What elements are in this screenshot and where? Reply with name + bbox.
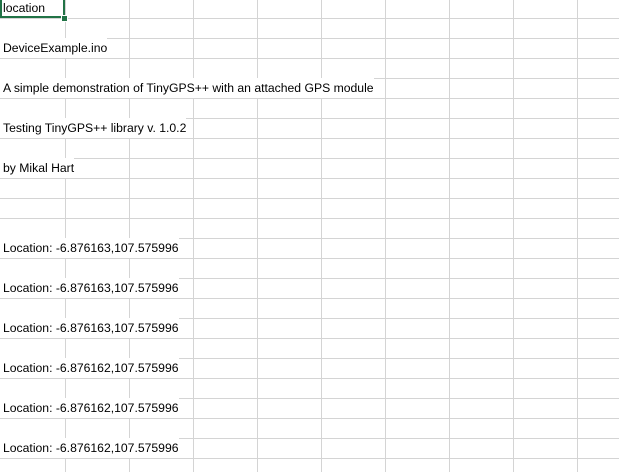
sheet-row-23[interactable]: Location: -6.876162,107.575996: [0, 438, 619, 458]
cell-a9[interactable]: by Mikal Hart: [0, 158, 75, 178]
cell-a13[interactable]: Location: -6.876163,107.575996: [0, 238, 179, 258]
active-cell-selection: [0, 0, 65, 18]
sheet-row-21[interactable]: Location: -6.876162,107.575996: [0, 398, 619, 418]
sheet-row-19[interactable]: Location: -6.876162,107.575996: [0, 358, 619, 378]
sheet-row-1[interactable]: location: [0, 0, 619, 22]
cell-a15[interactable]: Location: -6.876163,107.575996: [0, 278, 179, 298]
cell-a19[interactable]: Location: -6.876162,107.575996: [0, 358, 179, 378]
cell-a21[interactable]: Location: -6.876162,107.575996: [0, 398, 179, 418]
sheet-row-9[interactable]: by Mikal Hart: [0, 158, 619, 178]
cell-a17[interactable]: Location: -6.876163,107.575996: [0, 318, 179, 338]
sheet-row-13[interactable]: Location: -6.876163,107.575996: [0, 238, 619, 258]
sheet-row-15[interactable]: Location: -6.876163,107.575996: [0, 278, 619, 298]
sheet-row-3[interactable]: DeviceExample.ino: [0, 38, 619, 58]
cell-a23[interactable]: Location: -6.876162,107.575996: [0, 438, 179, 458]
cell-a3[interactable]: DeviceExample.ino: [0, 38, 108, 58]
sheet-row-17[interactable]: Location: -6.876163,107.575996: [0, 318, 619, 338]
sheet-row-5[interactable]: A simple demonstration of TinyGPS++ with…: [0, 78, 619, 98]
sheet-row-7[interactable]: Testing TinyGPS++ library v. 1.0.2: [0, 118, 619, 138]
cell-a5[interactable]: A simple demonstration of TinyGPS++ with…: [0, 78, 374, 98]
spreadsheet-grid[interactable]: location DeviceExample.ino A simple demo…: [0, 0, 619, 472]
fill-handle[interactable]: [61, 15, 68, 22]
cell-a7[interactable]: Testing TinyGPS++ library v. 1.0.2: [0, 118, 187, 138]
